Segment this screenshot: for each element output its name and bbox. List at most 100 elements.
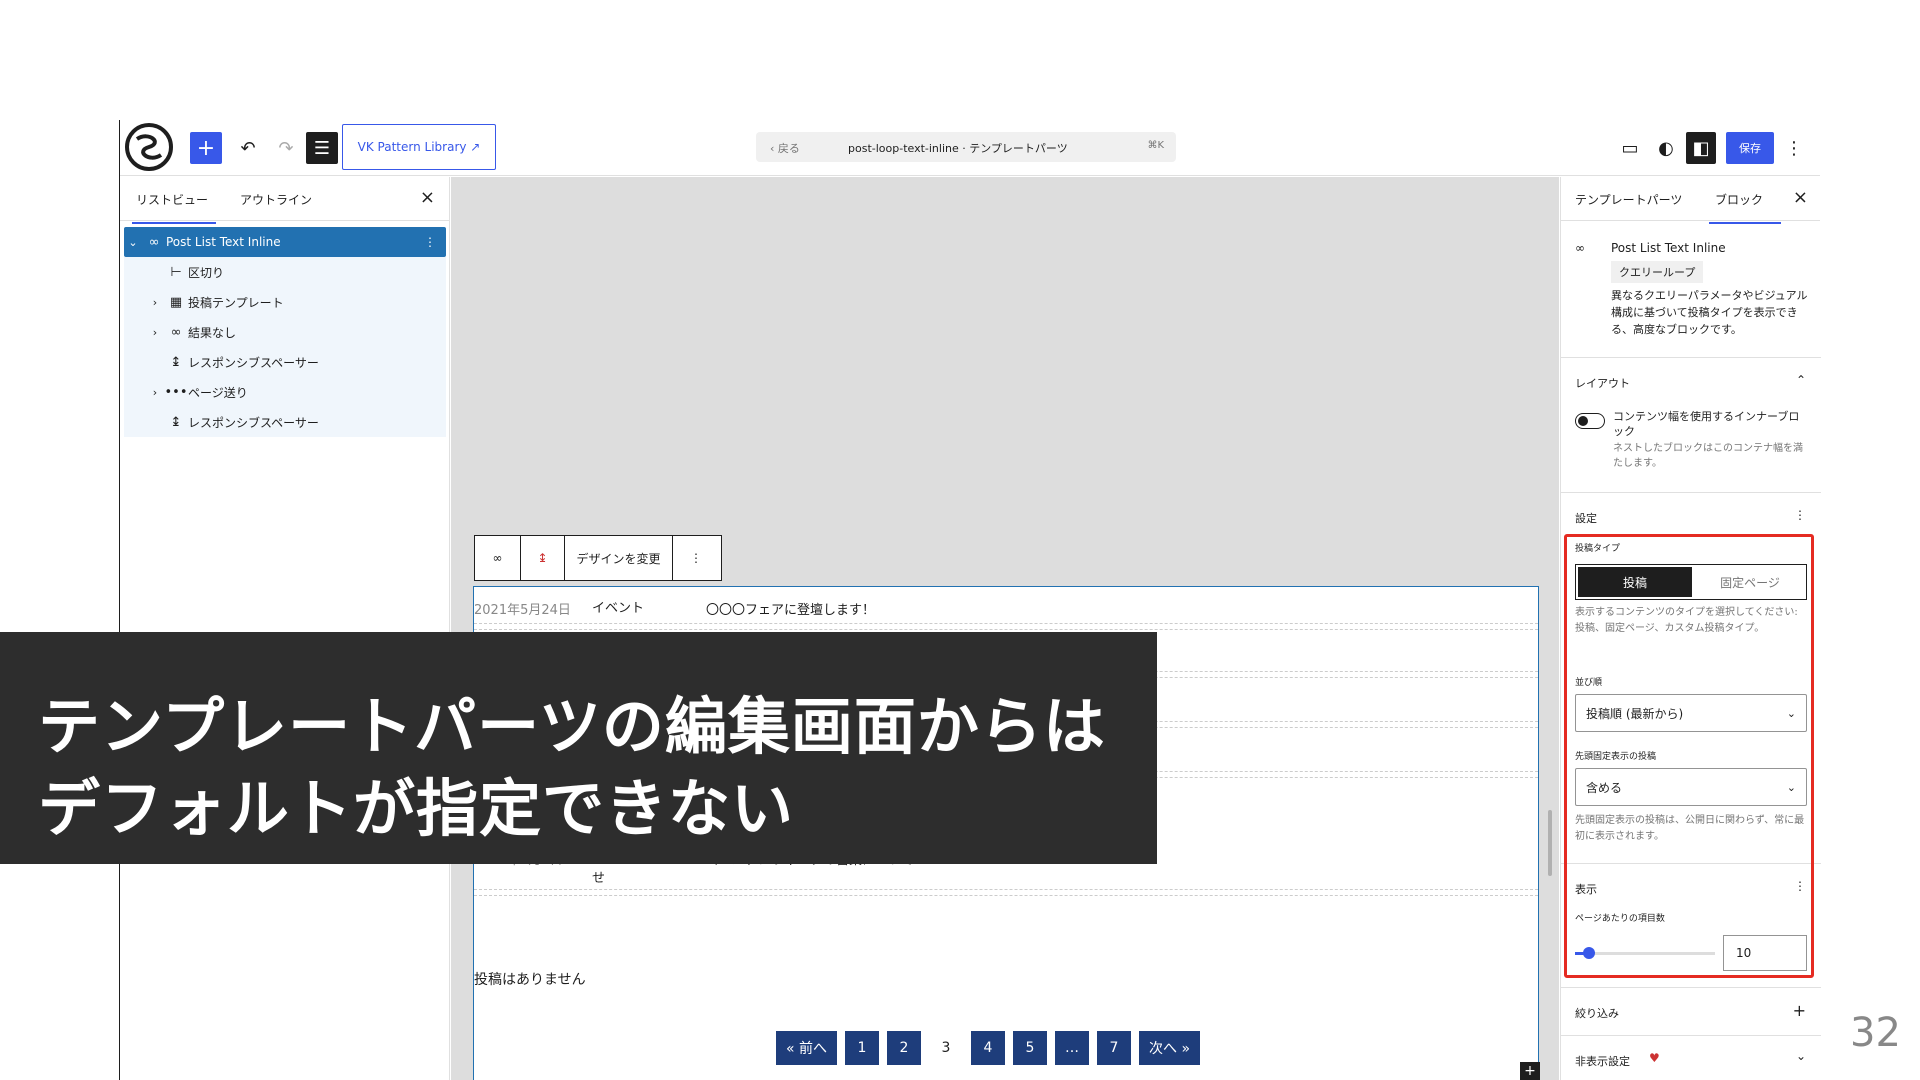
list-item-label: 投稿テンプレート — [188, 295, 284, 310]
page-number: 32 — [1850, 1010, 1901, 1056]
block-options-icon[interactable]: ⋮ — [673, 536, 719, 580]
layout-heading[interactable]: レイアウト — [1575, 375, 1630, 391]
row-divider — [474, 623, 1538, 624]
chevron-down-icon[interactable]: ⌄ — [1796, 1049, 1806, 1063]
tab-block[interactable]: ブロック — [1708, 191, 1782, 224]
caption-line: デフォルトが指定できない — [38, 772, 795, 845]
list-view-panel: リストビュー アウトライン × ⌄ ∞ Post List Text Inlin… — [120, 177, 450, 1080]
block-variation-badge: クエリーループ — [1611, 261, 1704, 283]
slide: + ↶ ↷ ☰ VK Pattern Library ↗ ‹ 戻る post-l… — [0, 0, 1920, 1080]
tab-list-view[interactable]: リストビュー — [131, 191, 217, 224]
query-loop-icon: ∞ — [148, 234, 160, 250]
pagination-item[interactable]: 1 — [845, 1031, 880, 1065]
vk-icon: ♥ — [1649, 1051, 1660, 1065]
preview-device-icon[interactable]: ▭ — [1614, 132, 1646, 164]
query-loop-icon[interactable]: ∞ — [475, 536, 521, 580]
pagination-item[interactable]: 5 — [1013, 1031, 1048, 1065]
tab-template-part[interactable]: テンプレートパーツ — [1575, 191, 1682, 208]
command-shortcut: ⌘K — [1147, 140, 1164, 151]
block-icon: ▦ — [169, 294, 183, 310]
plus-icon[interactable]: + — [1793, 1001, 1806, 1020]
pagination-item[interactable]: 次へ » — [1139, 1031, 1201, 1065]
list-item-label: 区切り — [188, 265, 225, 280]
save-button[interactable]: 保存 — [1726, 132, 1774, 164]
settings-heading: 設定 — [1575, 512, 1597, 525]
options-icon[interactable]: ⋮ — [424, 235, 436, 249]
canvas-scrollbar[interactable] — [1548, 810, 1552, 876]
no-results: 投稿はありません — [474, 972, 586, 988]
block-icon: ↨ — [170, 414, 182, 430]
list-view-icon[interactable]: ☰ — [306, 132, 338, 164]
pagination: « 前へ 1 2 3 4 5… 7 次へ » — [776, 1031, 1201, 1065]
document-title: post-loop-text-inline · テンプレートパーツ — [848, 142, 1068, 155]
inner-blocks-toggle[interactable] — [1575, 413, 1605, 429]
chevron-down-icon[interactable]: ⌄ — [124, 236, 142, 249]
list-item[interactable]: › ••• ページ送り — [146, 377, 468, 407]
list-item-label: 結果なし — [188, 325, 237, 340]
row-divider — [474, 629, 1538, 630]
chevron-right-icon[interactable]: › — [146, 296, 164, 309]
list-view-tabs: リストビュー アウトライン × — [120, 177, 449, 224]
divider — [1561, 492, 1821, 493]
divider — [1561, 357, 1821, 358]
pagination-item[interactable]: 4 — [971, 1031, 1006, 1065]
spacer-icon[interactable]: ↨ — [521, 536, 565, 580]
pagination-item[interactable]: 3 — [929, 1031, 964, 1065]
post-category[interactable]: イベント — [592, 599, 702, 619]
list-item-label: レスポンシブスペーサー — [188, 415, 319, 430]
document-bar[interactable]: ‹ 戻る post-loop-text-inline · テンプレートパーツ ⌘… — [756, 132, 1176, 162]
list-item[interactable]: › ∞ 結果なし — [146, 317, 468, 347]
pagination-item[interactable]: 7 — [1097, 1031, 1132, 1065]
pagination-item[interactable]: 2 — [887, 1031, 922, 1065]
more-options-icon[interactable]: ⋮ — [1782, 132, 1806, 164]
pagination-item[interactable]: « 前へ — [776, 1031, 838, 1065]
list-item[interactable]: ↨ レスポンシブスペーサー — [146, 347, 468, 377]
vk-pattern-library-button[interactable]: VK Pattern Library ↗ — [342, 124, 496, 170]
toggle-label: コンテンツ幅を使用するインナーブロック — [1613, 410, 1800, 438]
styles-icon[interactable]: ◐ — [1650, 132, 1682, 164]
close-icon[interactable]: × — [420, 187, 435, 208]
list-item[interactable]: › ▦ 投稿テンプレート — [146, 287, 468, 317]
post-date: 2021年5月24日 — [474, 603, 571, 618]
filter-heading[interactable]: 絞り込み — [1575, 1005, 1619, 1021]
site-logo-icon[interactable] — [122, 120, 176, 174]
back-link[interactable]: ‹ 戻る — [770, 140, 800, 156]
block-icon: ∞ — [170, 324, 182, 340]
settings-sidebar-icon[interactable]: ◧ — [1686, 132, 1716, 164]
add-block-inline-button[interactable]: + — [1520, 1062, 1540, 1080]
change-design-button[interactable]: デザインを変更 — [565, 536, 673, 580]
block-icon: ••• — [164, 384, 188, 400]
chevron-right-icon[interactable]: › — [146, 386, 164, 399]
block-description: 異なるクエリーパラメータやビジュアル構成に基づいて投稿タイプを表示できる、高度な… — [1611, 289, 1808, 336]
divider — [1561, 987, 1821, 988]
undo-icon[interactable]: ↶ — [232, 132, 264, 164]
settings-options-icon[interactable]: ⋮ — [1794, 508, 1806, 522]
query-loop-icon: ∞ — [1575, 241, 1585, 255]
list-item-label: ページ送り — [188, 385, 248, 400]
list-item-selected[interactable]: ⌄ ∞ Post List Text Inline ⋮ — [124, 227, 446, 257]
block-name: Post List Text Inline — [1611, 241, 1726, 255]
chevron-right-icon[interactable]: › — [146, 326, 164, 339]
list-item-label: レスポンシブスペーサー — [188, 355, 319, 370]
close-icon[interactable]: × — [1793, 187, 1808, 208]
toggle-help: ネストしたブロックはこのコンテナ幅を満たします。 — [1613, 443, 1803, 469]
pagination-item[interactable]: … — [1055, 1031, 1090, 1065]
list-item[interactable]: ⊢ 区切り — [146, 257, 468, 287]
chevron-up-icon[interactable]: ⌃ — [1796, 373, 1806, 387]
post-title[interactable]: 〇〇〇フェアに登壇します！ — [706, 599, 875, 618]
divider — [1561, 1035, 1821, 1036]
add-block-button[interactable]: + — [190, 132, 222, 164]
hidden-heading[interactable]: 非表示設定 — [1575, 1053, 1630, 1069]
tab-outline[interactable]: アウトライン — [240, 191, 312, 208]
list-item[interactable]: ↨ レスポンシブスペーサー — [146, 407, 468, 437]
block-icon: ↨ — [170, 354, 182, 370]
editor-topbar: + ↶ ↷ ☰ VK Pattern Library ↗ ‹ 戻る post-l… — [120, 120, 1820, 176]
block-toolbar: ∞ ↨ デザインを変更 ⋮ — [474, 535, 722, 581]
row-divider — [474, 895, 1538, 896]
list-item-label: Post List Text Inline — [166, 235, 281, 249]
caption-banner: テンプレートパーツの編集画面からは デフォルトが指定できない — [0, 632, 1157, 864]
redo-icon[interactable]: ↷ — [270, 132, 302, 164]
row-divider — [474, 889, 1538, 890]
highlight-box — [1564, 534, 1814, 978]
settings-tabs: テンプレートパーツ ブロック × — [1561, 177, 1820, 224]
